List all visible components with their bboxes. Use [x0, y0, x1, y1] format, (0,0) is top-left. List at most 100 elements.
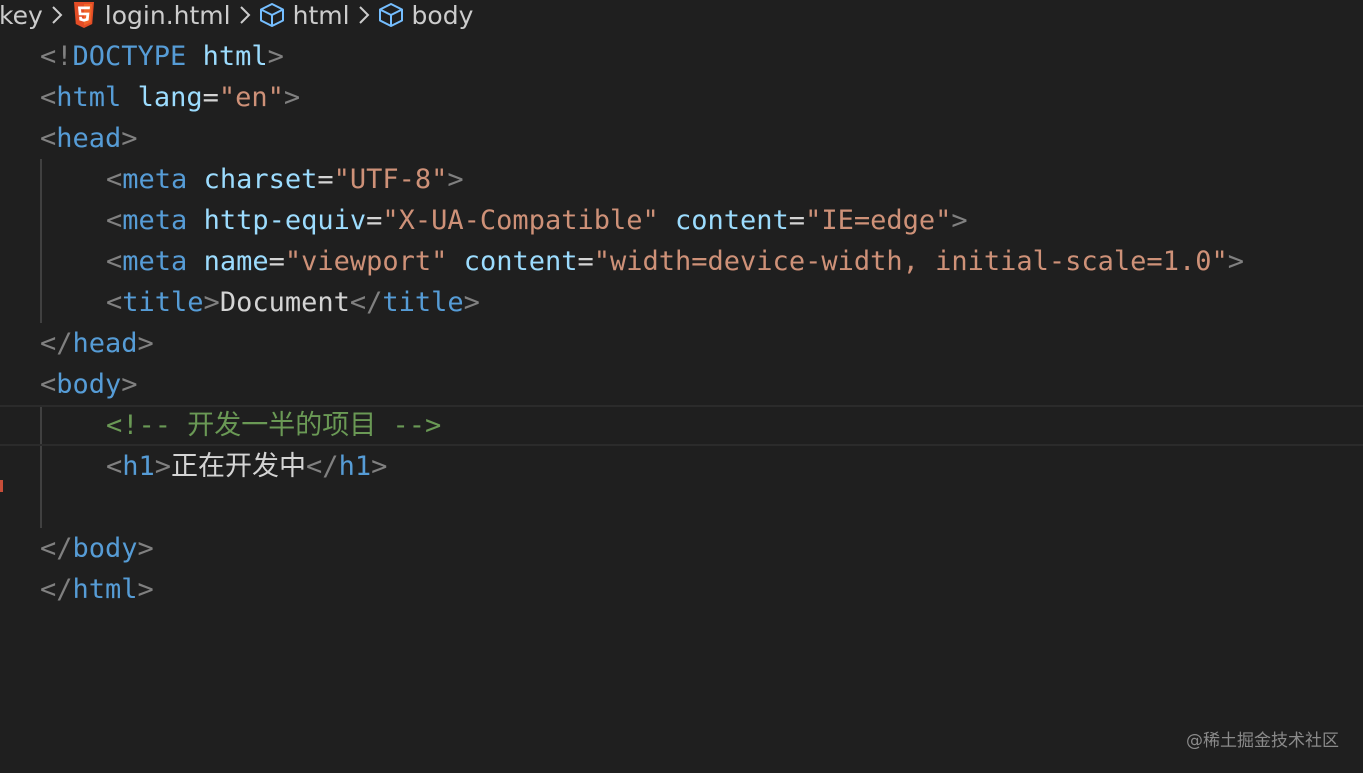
code-token: > [154, 451, 172, 482]
code-token: h1 [338, 451, 372, 482]
code-token: > [121, 369, 138, 400]
breadcrumb-item-body[interactable]: body [378, 0, 474, 30]
code-token: <!-- 开发一半的项目 --> [106, 410, 442, 441]
code-text: <title>Document</title> [106, 282, 480, 323]
code-token: head [56, 123, 122, 154]
code-line[interactable]: <html lang="en"> [0, 77, 1363, 118]
code-token: charset [203, 164, 318, 195]
editor-window: -key login.html [0, 0, 1363, 773]
code-token: body [56, 369, 122, 400]
code-line[interactable]: <!DOCTYPE html> [0, 36, 1363, 77]
code-token: body [72, 533, 138, 564]
code-line[interactable]: <meta charset="UTF-8"> [0, 159, 1363, 200]
breadcrumb-item-file[interactable]: login.html [71, 0, 231, 30]
code-token: meta [122, 164, 188, 195]
code-token: meta [122, 205, 188, 236]
code-text: </body> [40, 528, 154, 569]
code-line-current[interactable]: <!-- 开发一半的项目 --> [0, 405, 1363, 446]
code-text: <head> [40, 118, 138, 159]
code-token: > [137, 328, 154, 359]
code-token: "UTF-8" [333, 164, 448, 195]
code-line[interactable]: <title>Document</title> [0, 282, 1363, 323]
code-line[interactable]: <h1>正在开发中</h1> [0, 446, 1363, 487]
html5-icon [71, 0, 97, 30]
code-token: "viewport" [284, 246, 448, 277]
code-token: > [203, 287, 220, 318]
breadcrumb-folder-label: -key [0, 0, 43, 30]
code-token: > [137, 574, 154, 605]
code-line[interactable]: <meta http-equiv="X-UA-Compatible" conte… [0, 200, 1363, 241]
code-token: = [577, 246, 594, 277]
code-line[interactable]: </body> [0, 528, 1363, 569]
code-line[interactable] [0, 487, 1363, 528]
code-token: > [951, 205, 968, 236]
breadcrumb-file-label: login.html [104, 0, 231, 30]
code-token: = [268, 246, 285, 277]
code-text: <!-- 开发一半的项目 --> [106, 407, 441, 444]
watermark: @稀土掘金技术社区 [1186, 731, 1339, 751]
code-token: http-equiv [203, 205, 367, 236]
code-token: < [106, 246, 123, 277]
cube-icon [378, 0, 404, 30]
code-token: < [106, 451, 123, 482]
chevron-right-icon [350, 0, 378, 30]
code-token: < [106, 287, 123, 318]
code-token: head [72, 328, 138, 359]
code-token: content [675, 205, 789, 236]
code-text: <html lang="en"> [40, 77, 300, 118]
code-token: </ [40, 574, 73, 605]
breadcrumb-item-folder[interactable]: -key [0, 0, 43, 30]
code-token: > [1227, 246, 1244, 277]
breadcrumb-body-label: body [411, 0, 474, 30]
code-text: </head> [40, 323, 154, 364]
code-token: < [40, 123, 57, 154]
code-token: "width=device-width, initial-scale=1.0" [593, 246, 1228, 277]
code-token: < [40, 369, 57, 400]
code-token: > [447, 164, 464, 195]
chevron-right-icon [43, 0, 71, 30]
code-line[interactable]: <body> [0, 364, 1363, 405]
code-line[interactable]: </head> [0, 323, 1363, 364]
code-token: > [463, 287, 480, 318]
code-token: = [317, 164, 334, 195]
code-line[interactable]: <head> [0, 118, 1363, 159]
breadcrumb: -key login.html [0, 0, 1363, 30]
code-token: </ [349, 287, 383, 318]
code-text: <body> [40, 364, 138, 405]
code-token: "IE=edge" [805, 205, 952, 236]
code-token: <! [40, 41, 73, 72]
code-editor[interactable]: <!DOCTYPE html> <html lang="en"> <head> <me… [0, 36, 1363, 773]
code-token: meta [122, 246, 188, 277]
code-token: </ [40, 328, 73, 359]
code-token: Document [219, 287, 350, 318]
code-token: 正在开发中 [171, 451, 307, 482]
code-text: <h1>正在开发中</h1> [106, 446, 387, 487]
code-token: DOCTYPE [72, 41, 187, 72]
code-token: > [267, 41, 284, 72]
code-text: <meta charset="UTF-8"> [106, 159, 464, 200]
code-token: = [366, 205, 383, 236]
code-token: title [122, 287, 204, 318]
code-token: h1 [122, 451, 155, 482]
code-token: < [106, 164, 123, 195]
code-token: < [106, 205, 123, 236]
code-token: title [382, 287, 464, 318]
code-token: = [202, 82, 219, 113]
code-token: content [463, 246, 578, 277]
breadcrumb-html-label: html [292, 0, 350, 30]
breadcrumb-item-html[interactable]: html [259, 0, 350, 30]
code-token: </ [40, 533, 73, 564]
code-token: html [72, 574, 138, 605]
code-text: </html> [40, 569, 154, 610]
code-token: "X-UA-Compatible" [382, 205, 659, 236]
code-text: <meta http-equiv="X-UA-Compatible" conte… [106, 200, 968, 241]
code-line[interactable]: </html> [0, 569, 1363, 610]
code-line[interactable]: <meta name="viewport" content="width=dev… [0, 241, 1363, 282]
code-token: lang [137, 82, 203, 113]
